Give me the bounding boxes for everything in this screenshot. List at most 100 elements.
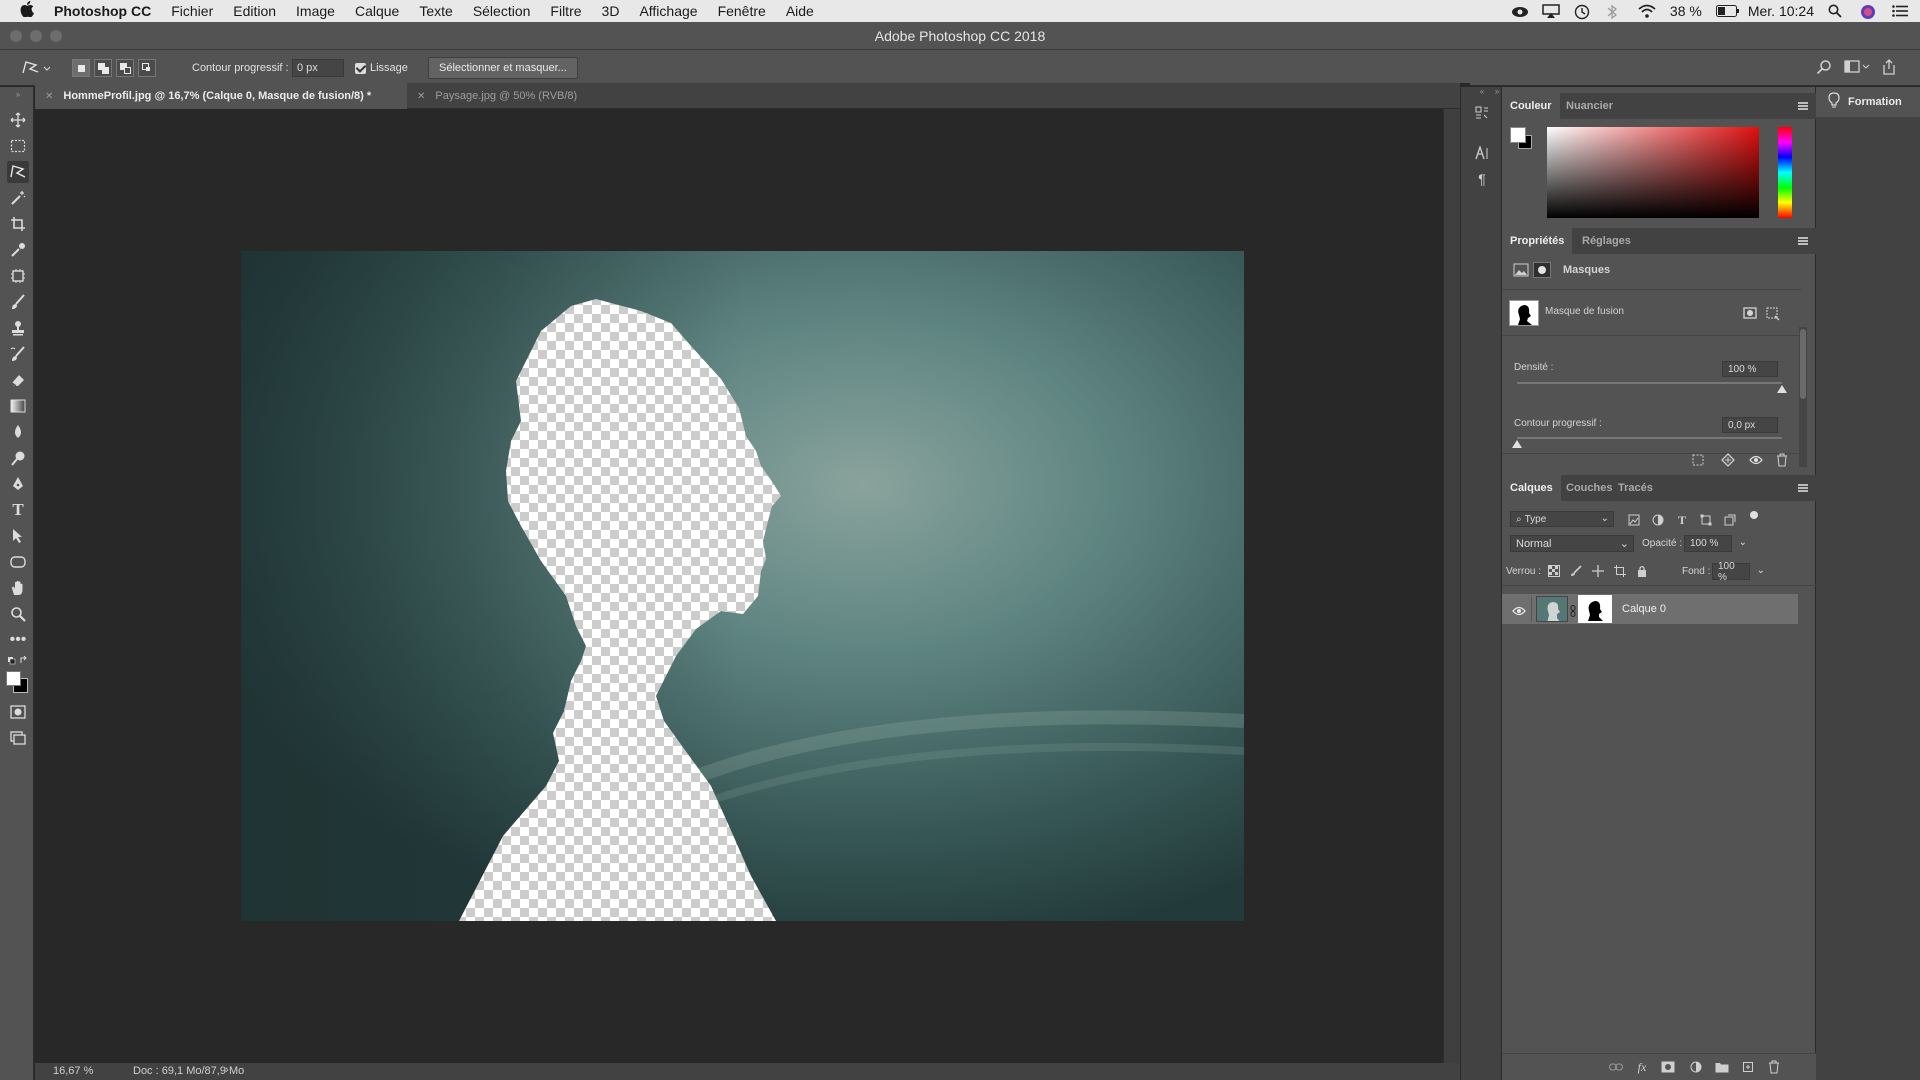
time-machine-icon[interactable] [1574, 4, 1592, 20]
toggle-mask-visibility-icon[interactable] [1748, 452, 1764, 468]
eraser-tool-icon[interactable] [7, 369, 29, 391]
delete-layer-icon[interactable] [1766, 1059, 1782, 1075]
load-selection-from-mask-icon[interactable] [1690, 452, 1706, 468]
move-tool-icon[interactable] [7, 109, 29, 131]
status-menu-arrow[interactable]: › [225, 1064, 229, 1076]
lock-position-icon[interactable] [1590, 563, 1606, 579]
airplay-icon[interactable] [1542, 4, 1560, 18]
mask-link-icon[interactable] [1570, 604, 1576, 622]
density-slider[interactable] [1517, 382, 1782, 384]
lasso-tool-icon[interactable] [7, 161, 29, 183]
delete-mask-icon[interactable] [1774, 452, 1790, 468]
marquee-tool-icon[interactable] [7, 135, 29, 157]
foreground-background-swatches[interactable] [4, 669, 30, 695]
paragraph-panel-icon[interactable]: ¶ [1474, 171, 1490, 187]
hue-slider[interactable] [1778, 127, 1792, 218]
share-icon[interactable] [1882, 58, 1896, 78]
collapse-tools-icon[interactable]: » [7, 90, 29, 99]
intersect-selection-button[interactable] [138, 59, 156, 77]
density-slider-knob[interactable] [1777, 385, 1787, 393]
add-layer-mask-icon[interactable] [1660, 1059, 1676, 1075]
zoom-level[interactable]: 16,67 % [53, 1065, 93, 1077]
menu-3d[interactable]: 3D [602, 3, 620, 19]
menubar-clock[interactable]: Mer. 10:24 [1748, 3, 1814, 19]
filter-shape-icon[interactable] [1698, 512, 1714, 528]
collapse-dock-icon[interactable]: » [1492, 83, 1502, 99]
menu-affichage[interactable]: Affichage [639, 3, 697, 19]
tab-reglages[interactable]: Réglages [1574, 228, 1639, 254]
chevron-down-icon[interactable]: ⌄ [1739, 537, 1747, 548]
layer-mask-thumbnail[interactable] [1578, 595, 1612, 623]
dodge-tool-icon[interactable] [7, 447, 29, 469]
vector-mask-icon[interactable] [1533, 262, 1551, 278]
new-selection-button[interactable] [72, 59, 90, 77]
close-tab-icon[interactable]: ✕ [45, 91, 53, 102]
add-to-selection-button[interactable] [94, 59, 112, 77]
lock-artboard-icon[interactable] [1612, 563, 1628, 579]
feather-slider[interactable] [1517, 437, 1782, 439]
history-brush-tool-icon[interactable] [7, 343, 29, 365]
menu-photoshop[interactable]: Photoshop CC [54, 3, 151, 19]
notification-center-icon[interactable] [1892, 4, 1910, 18]
menu-filtre[interactable]: Filtre [550, 3, 581, 19]
apple-menu-icon[interactable] [20, 1, 40, 21]
filter-smart-object-icon[interactable] [1722, 512, 1738, 528]
tab-calques[interactable]: Calques [1502, 475, 1561, 501]
apply-mask-icon[interactable] [1720, 452, 1736, 468]
lock-image-pixels-icon[interactable] [1568, 563, 1584, 579]
opacity-input[interactable]: 100 % ⌄ [1684, 535, 1747, 552]
filter-adjustment-icon[interactable] [1650, 512, 1666, 528]
feather-input[interactable]: 0 px [292, 59, 344, 77]
lock-all-icon[interactable] [1634, 563, 1650, 579]
menu-image[interactable]: Image [296, 3, 335, 19]
foreground-color-swatch[interactable] [6, 671, 21, 686]
tab-nuancier[interactable]: Nuancier [1558, 93, 1621, 119]
workspace-switcher-icon[interactable] [1844, 59, 1870, 77]
screen-mode-icon[interactable] [7, 727, 29, 749]
smoothing-checkbox[interactable]: Lissage [355, 50, 408, 86]
filter-pixel-icon[interactable] [1626, 512, 1642, 528]
crop-tool-icon[interactable] [7, 213, 29, 235]
tab-couleur[interactable]: Couleur [1502, 93, 1560, 119]
layer-thumbnail[interactable] [1536, 596, 1568, 622]
hand-tool-icon[interactable] [7, 577, 29, 599]
menu-fichier[interactable]: Fichier [171, 3, 213, 19]
density-input[interactable]: 100 % [1722, 361, 1778, 377]
foreground-color-chip[interactable] [1510, 127, 1526, 143]
more-tools-icon[interactable]: ••• [7, 629, 29, 651]
chevron-down-icon[interactable]: ⌄ [1757, 565, 1765, 576]
layer-name[interactable]: Calque 0 [1622, 603, 1666, 615]
path-selection-tool-icon[interactable] [7, 525, 29, 547]
vertical-scrollbar[interactable] [1443, 109, 1460, 1063]
battery-icon[interactable] [1715, 4, 1739, 18]
learn-panel-button[interactable]: Formation [1816, 87, 1920, 117]
zoom-tool-icon[interactable] [7, 603, 29, 625]
tab-paysage[interactable]: ✕ Paysage.jpg @ 50% (RVB/8) [407, 83, 587, 109]
quick-mask-icon[interactable] [7, 701, 29, 723]
document-canvas[interactable] [241, 251, 1244, 921]
eye-icon[interactable] [1512, 603, 1526, 621]
feather-slider-knob[interactable] [1512, 440, 1522, 448]
new-layer-icon[interactable] [1740, 1059, 1756, 1075]
pen-tool-icon[interactable] [7, 473, 29, 495]
panel-menu-icon[interactable] [1798, 237, 1808, 245]
menu-aide[interactable]: Aide [786, 3, 814, 19]
search-icon[interactable] [1816, 59, 1832, 78]
menu-calque[interactable]: Calque [355, 3, 399, 19]
type-tool-icon[interactable]: T [7, 499, 29, 521]
select-and-mask-button[interactable]: Sélectionner et masquer... [428, 57, 578, 79]
feather-input[interactable]: 0,0 px [1722, 417, 1778, 433]
layer-filter-select[interactable]: ⌕ Type ⌄ [1510, 511, 1614, 527]
filter-type-icon[interactable]: T [1674, 512, 1690, 528]
spotlight-icon[interactable] [1828, 4, 1846, 18]
fill-input[interactable]: 100 % ⌄ [1712, 561, 1765, 583]
tab-traces[interactable]: Tracés [1610, 475, 1661, 501]
color-field[interactable] [1547, 127, 1759, 218]
blend-mode-select[interactable]: Normal ⌄ [1510, 535, 1634, 552]
expand-panels-icon[interactable]: « [1474, 83, 1490, 99]
new-adjustment-layer-icon[interactable] [1688, 1059, 1704, 1075]
select-mask-icon[interactable] [1742, 305, 1758, 321]
properties-scrollbar[interactable] [1799, 327, 1807, 467]
history-panel-icon[interactable] [1474, 105, 1490, 121]
new-group-icon[interactable] [1714, 1059, 1730, 1075]
